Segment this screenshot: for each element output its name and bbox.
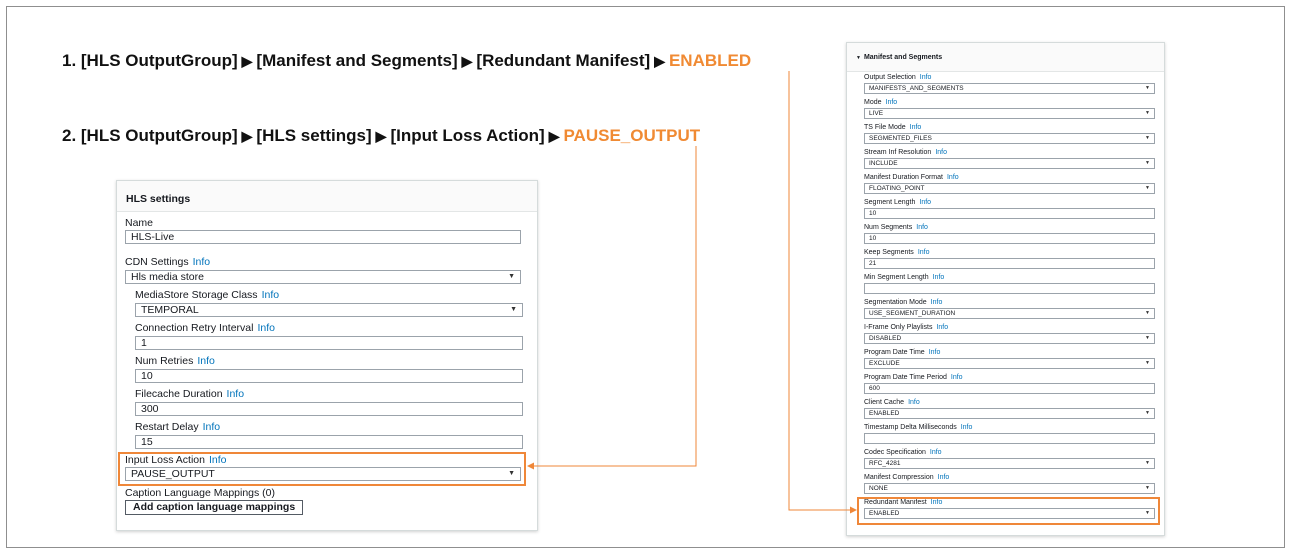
connector-inputloss-arrowhead (527, 462, 534, 470)
connector-inputloss-line (531, 146, 697, 467)
connector-redundant-line (788, 71, 852, 511)
connector-lines (527, 71, 857, 514)
connector-redundant-arrowhead (850, 506, 857, 514)
